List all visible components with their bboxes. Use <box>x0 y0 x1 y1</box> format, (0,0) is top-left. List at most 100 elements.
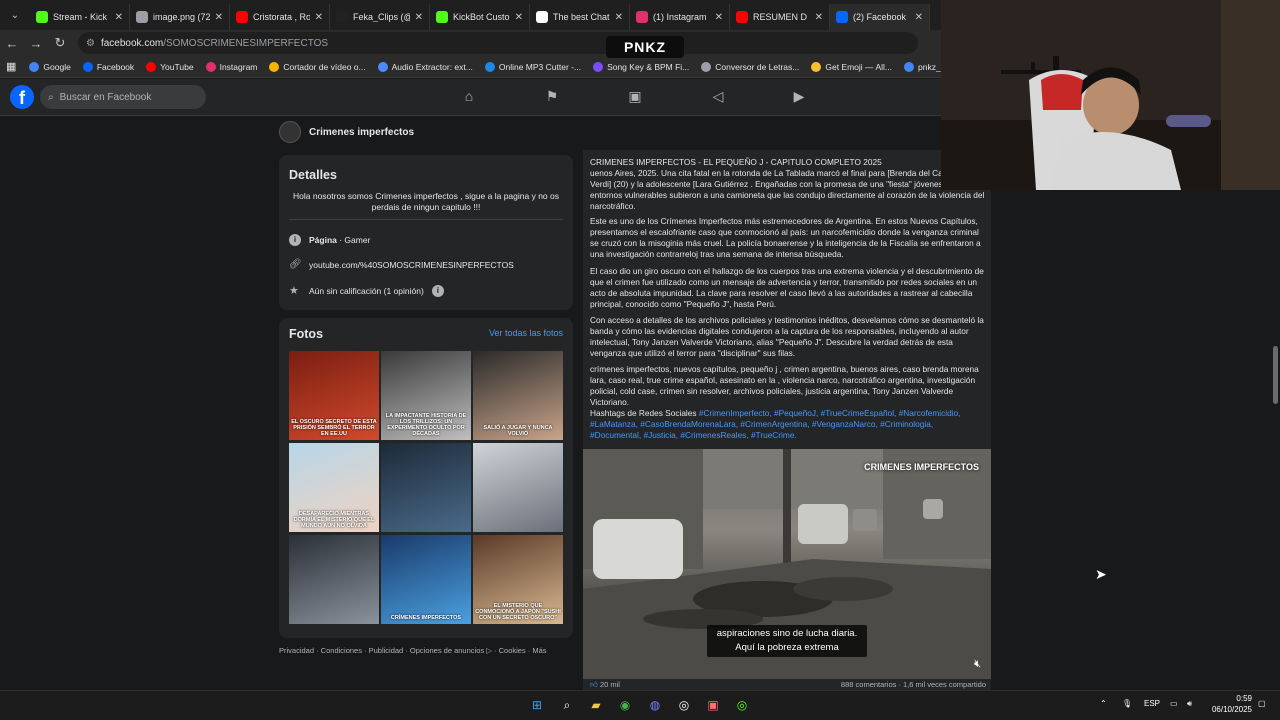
scrollbar-thumb[interactable] <box>1273 346 1278 404</box>
tab-title: The best Chatb <box>553 12 610 22</box>
photo-thumbnail[interactable]: EL MISTERIO QUE CONMOCIONÓ A JAPÓN "SUSH… <box>473 535 563 624</box>
post-stats: 👍︎ 20 mil 888 comentarios · 1,6 mil vece… <box>590 680 986 690</box>
close-icon[interactable]: ✕ <box>815 12 823 23</box>
site-info-icon[interactable]: ⚙ <box>86 38 95 49</box>
facebook-logo-icon[interactable]: f <box>10 85 34 109</box>
close-icon[interactable]: ✕ <box>415 12 423 23</box>
tray-chevron-icon[interactable]: ⌃ <box>1100 699 1107 708</box>
network-icon[interactable]: ▭ <box>1170 699 1178 708</box>
back-button[interactable]: ← <box>0 36 24 51</box>
microphone-icon[interactable]: 🎙︎ <box>1122 699 1132 708</box>
bookmark-item[interactable]: Song Key & BPM Fi... <box>588 61 694 72</box>
notification-icon[interactable]: ▢ <box>1258 699 1266 708</box>
clock-time: 0:59 <box>1236 694 1252 703</box>
video-subtitle: aspiraciones sino de lucha diaria. Aquí … <box>707 625 867 657</box>
browser-tab[interactable]: KickBot Custon ✕ <box>430 4 530 30</box>
browser-tab[interactable]: Cristorata , Ro ✕ <box>230 4 330 30</box>
bookmark-item[interactable]: Instagram <box>201 61 263 72</box>
bookmark-item[interactable]: Conversor de Letras... <box>696 61 804 72</box>
browser-tab[interactable]: Feka_Clips (@ ✕ <box>330 4 430 30</box>
photo-thumbnail[interactable] <box>289 535 379 624</box>
reaction-count[interactable]: 👍︎ 20 mil <box>590 680 620 690</box>
photo-thumbnail[interactable]: EL OSCURO SECRETO DE ESTA PRISIÓN SEMBRÓ… <box>289 351 379 440</box>
taskbar-clock[interactable]: 0:59 06/10/2025 <box>1204 693 1252 715</box>
info-icon[interactable]: i <box>431 284 444 297</box>
hashtag-lead: Hashtags de Redes Sociales <box>590 408 699 418</box>
details-title: Detalles <box>289 168 337 182</box>
bookmark-item[interactable]: Facebook <box>78 61 139 72</box>
windows-start-icon[interactable]: ⊞ <box>528 696 546 714</box>
obs-icon[interactable]: ◎ <box>675 696 693 714</box>
page-avatar[interactable] <box>279 121 301 143</box>
photos-card: Fotos Ver todas las fotos EL OSCURO SECR… <box>279 318 573 638</box>
bookmark-label: Song Key & BPM Fi... <box>607 61 690 72</box>
browser-tab[interactable]: RESUMEN D ✕ <box>730 4 830 30</box>
page-name[interactable]: Crimenes imperfectos <box>309 127 414 138</box>
home-nav-icon[interactable]: ⌂ <box>461 88 477 104</box>
app-icon[interactable]: ▣ <box>704 696 722 714</box>
page-scrollbar[interactable] <box>1270 116 1280 690</box>
close-icon[interactable]: ✕ <box>115 12 123 23</box>
close-icon[interactable]: ✕ <box>615 12 623 23</box>
bookmark-favicon-icon <box>593 61 604 72</box>
browser-tab[interactable]: The best Chatb ✕ <box>530 4 630 30</box>
mute-icon[interactable]: 🔇︎ <box>974 658 981 671</box>
bookmark-favicon-icon <box>811 61 822 72</box>
apps-icon[interactable]: ▦ <box>6 60 16 73</box>
comments-shares-count[interactable]: 888 comentarios · 1,6 mil veces comparti… <box>841 680 986 690</box>
search-icon: ⌕ <box>48 91 54 103</box>
photo-thumbnail[interactable] <box>473 443 563 532</box>
close-icon[interactable]: ✕ <box>515 12 523 23</box>
browser-tab[interactable]: Stream - Kick D ✕ <box>30 4 130 30</box>
photo-thumbnail[interactable]: LA IMPACTANTE HISTORIA DE LOS TRILLIZOS:… <box>381 351 471 440</box>
photo-thumbnail[interactable]: SALIÓ A JUGAR Y NUNCA VOLVIÓ <box>473 351 563 440</box>
address-bar[interactable]: ⚙ facebook.com/SOMOSCRIMENESIMPERFECTOS <box>78 32 918 54</box>
ads-megaphone-nav-icon[interactable]: ◁ <box>710 88 726 104</box>
photo-thumbnail[interactable] <box>381 443 471 532</box>
bookmark-item[interactable]: Cortador de vídeo o... <box>264 61 370 72</box>
bookmark-label: Get Emoji — All... <box>825 61 892 72</box>
browser-tab[interactable]: image.png (72 ✕ <box>130 4 230 30</box>
bookmark-label: Online MP3 Cutter -... <box>498 61 582 72</box>
chrome-icon[interactable]: ◉ <box>616 696 634 714</box>
file-explorer-icon[interactable]: ▰ <box>587 696 605 714</box>
discord-icon[interactable]: ◍ <box>646 696 664 714</box>
marketplace-nav-icon[interactable]: ▣ <box>627 88 643 104</box>
bookmark-item[interactable]: Online MP3 Cutter -... <box>480 61 586 72</box>
tab-title: Feka_Clips (@ <box>353 12 410 22</box>
post-video[interactable]: CRIMENES IMPERFECTOS aspiraciones sino d… <box>583 449 991 679</box>
bookmark-item[interactable]: Google <box>24 61 75 72</box>
see-all-photos-link[interactable]: Ver todas las fotos <box>489 328 563 338</box>
post-paragraph: Con acceso a detalles de los archivos po… <box>590 315 984 358</box>
bookmark-item[interactable]: Audio Extractor: ext... <box>373 61 478 72</box>
bookmark-item[interactable]: Get Emoji — All... <box>806 61 897 72</box>
tab-search-button[interactable]: ⌄ <box>4 5 26 25</box>
bookmark-item[interactable]: YouTube <box>141 61 198 72</box>
photo-caption: CRÍMENES IMPERFECTOS <box>390 615 462 621</box>
browser-tab[interactable]: (2) Facebook ✕ <box>830 4 930 30</box>
facebook-footer-links[interactable]: Privacidad · Condiciones · Publicidad · … <box>279 646 579 655</box>
kick-app-icon[interactable]: ◎ <box>733 696 751 714</box>
webcam-scene-illustration <box>941 0 1280 190</box>
reload-button[interactable]: ↻ <box>48 35 72 51</box>
language-indicator[interactable]: ESP <box>1144 699 1160 708</box>
taskbar-search-icon[interactable]: ⌕ <box>558 696 576 714</box>
close-icon[interactable]: ✕ <box>315 12 323 23</box>
video-nav-icon[interactable]: ▶ <box>791 88 807 104</box>
photo-thumbnail[interactable]: CRÍMENES IMPERFECTOS <box>381 535 471 624</box>
browser-tab[interactable]: (1) Instagram ✕ <box>630 4 730 30</box>
external-link[interactable]: youtube.com/%40SOMOSCRIMENESINPERFECTOS <box>309 260 514 270</box>
tab-title: KickBot Custon <box>453 12 510 22</box>
close-icon[interactable]: ✕ <box>915 12 923 23</box>
pages-flag-nav-icon[interactable]: ⚑ <box>544 88 560 104</box>
volume-icon[interactable]: 🔊︎ <box>1187 699 1192 709</box>
facebook-search-input[interactable]: ⌕ Buscar en Facebook <box>40 85 206 109</box>
info-icon: i <box>289 234 301 246</box>
post-keywords: crímenes imperfectos, nuevos capítulos, … <box>590 364 979 407</box>
close-icon[interactable]: ✕ <box>715 12 723 23</box>
forward-button[interactable]: → <box>24 36 48 51</box>
close-icon[interactable]: ✕ <box>215 12 223 23</box>
divider <box>289 219 563 220</box>
photo-caption: LA IMPACTANTE HISTORIA DE LOS TRILLIZOS:… <box>385 413 467 437</box>
photo-thumbnail[interactable]: DESAPARECIÓ MIENTRAS DORMÍA EL MISTERIO … <box>289 443 379 532</box>
